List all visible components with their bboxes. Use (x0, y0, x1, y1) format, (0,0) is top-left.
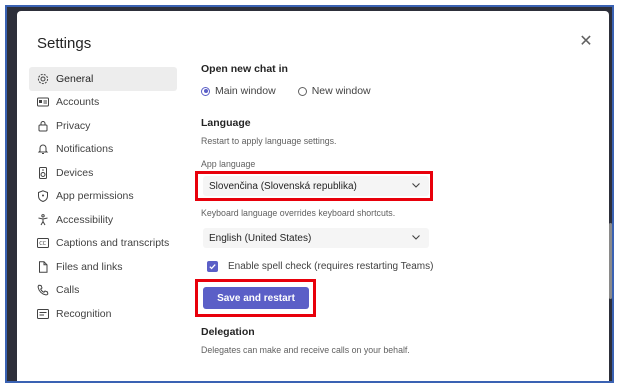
window-frame: Settings ✕ General Accounts Privacy Noti… (5, 5, 614, 383)
sidebar-item-label: Accessibility (56, 213, 114, 226)
sidebar-item-accounts[interactable]: Accounts (29, 91, 177, 115)
sidebar-item-label: Captions and transcripts (56, 237, 170, 250)
settings-dialog: Settings ✕ General Accounts Privacy Noti… (17, 11, 612, 381)
radio-unselected-icon (297, 86, 307, 96)
language-description: Restart to apply language settings. (201, 136, 337, 146)
radio-new-window[interactable]: New window (297, 85, 371, 97)
sidebar-item-notifications[interactable]: Notifications (29, 138, 177, 162)
sidebar-item-label: Accounts (56, 96, 100, 109)
open-chat-options: Main window New window (201, 85, 393, 97)
sidebar-item-general[interactable]: General (29, 67, 177, 91)
app-language-dropdown[interactable]: Slovenčina (Slovenská republika) (203, 176, 429, 196)
sidebar-item-label: Devices (56, 166, 94, 179)
delegation-description: Delegates can make and receive calls on … (201, 345, 410, 355)
scrollbar-thumb[interactable] (609, 223, 612, 299)
speaker-icon (37, 166, 49, 179)
sidebar-item-accessibility[interactable]: Accessibility (29, 208, 177, 232)
sidebar-item-label: Privacy (56, 119, 91, 132)
dialog-title: Settings (37, 35, 92, 52)
file-icon (37, 261, 49, 273)
accessibility-icon (37, 213, 49, 226)
radio-label: Main window (215, 85, 276, 97)
radio-label: New window (311, 85, 371, 97)
sidebar-item-captions[interactable]: CC Captions and transcripts (29, 232, 177, 256)
radio-main-window[interactable]: Main window (201, 85, 276, 97)
checkmark-icon (207, 261, 218, 272)
shield-icon (37, 190, 49, 203)
recognition-icon (37, 308, 49, 320)
sidebar-item-privacy[interactable]: Privacy (29, 114, 177, 138)
sidebar-item-label: Notifications (56, 143, 114, 156)
keyboard-language-label: Keyboard language overrides keyboard sho… (201, 208, 396, 218)
bell-icon (37, 143, 49, 155)
open-chat-heading: Open new chat in (201, 63, 288, 75)
id-card-icon (37, 96, 49, 108)
sidebar-item-label: App permissions (56, 190, 134, 203)
chevron-down-icon (412, 183, 420, 188)
sidebar-item-label: Files and links (56, 260, 123, 273)
sidebar-item-label: Recognition (56, 307, 112, 320)
sidebar-item-label: Calls (56, 284, 80, 297)
save-and-restart-button[interactable]: Save and restart (203, 287, 309, 309)
checkbox-label: Enable spell check (requires restarting … (228, 261, 434, 272)
close-icon[interactable]: ✕ (577, 33, 595, 51)
keyboard-language-dropdown[interactable]: English (United States) (203, 228, 429, 248)
settings-content: Open new chat in Main window New window … (195, 55, 601, 381)
dropdown-value: English (United States) (209, 232, 312, 244)
sidebar: General Accounts Privacy Notifications D… (29, 67, 177, 326)
sidebar-item-app-permissions[interactable]: App permissions (29, 185, 177, 209)
language-heading: Language (201, 117, 251, 129)
gear-icon (37, 73, 49, 85)
lock-icon (37, 120, 49, 132)
sidebar-item-label: General (56, 72, 94, 85)
sidebar-item-recognition[interactable]: Recognition (29, 302, 177, 326)
radio-selected-icon (201, 86, 210, 96)
chevron-down-icon (412, 235, 420, 240)
delegation-heading: Delegation (201, 326, 255, 338)
sidebar-item-files-and-links[interactable]: Files and links (29, 255, 177, 279)
sidebar-item-devices[interactable]: Devices (29, 161, 177, 185)
app-language-label: App language (201, 159, 256, 169)
phone-icon (37, 284, 49, 296)
sidebar-item-calls[interactable]: Calls (29, 279, 177, 303)
spell-check-checkbox[interactable]: Enable spell check (requires restarting … (207, 261, 433, 272)
dropdown-value: Slovenčina (Slovenská republika) (209, 180, 357, 192)
svg-text:CC: CC (39, 241, 46, 247)
cc-icon: CC (37, 237, 49, 249)
